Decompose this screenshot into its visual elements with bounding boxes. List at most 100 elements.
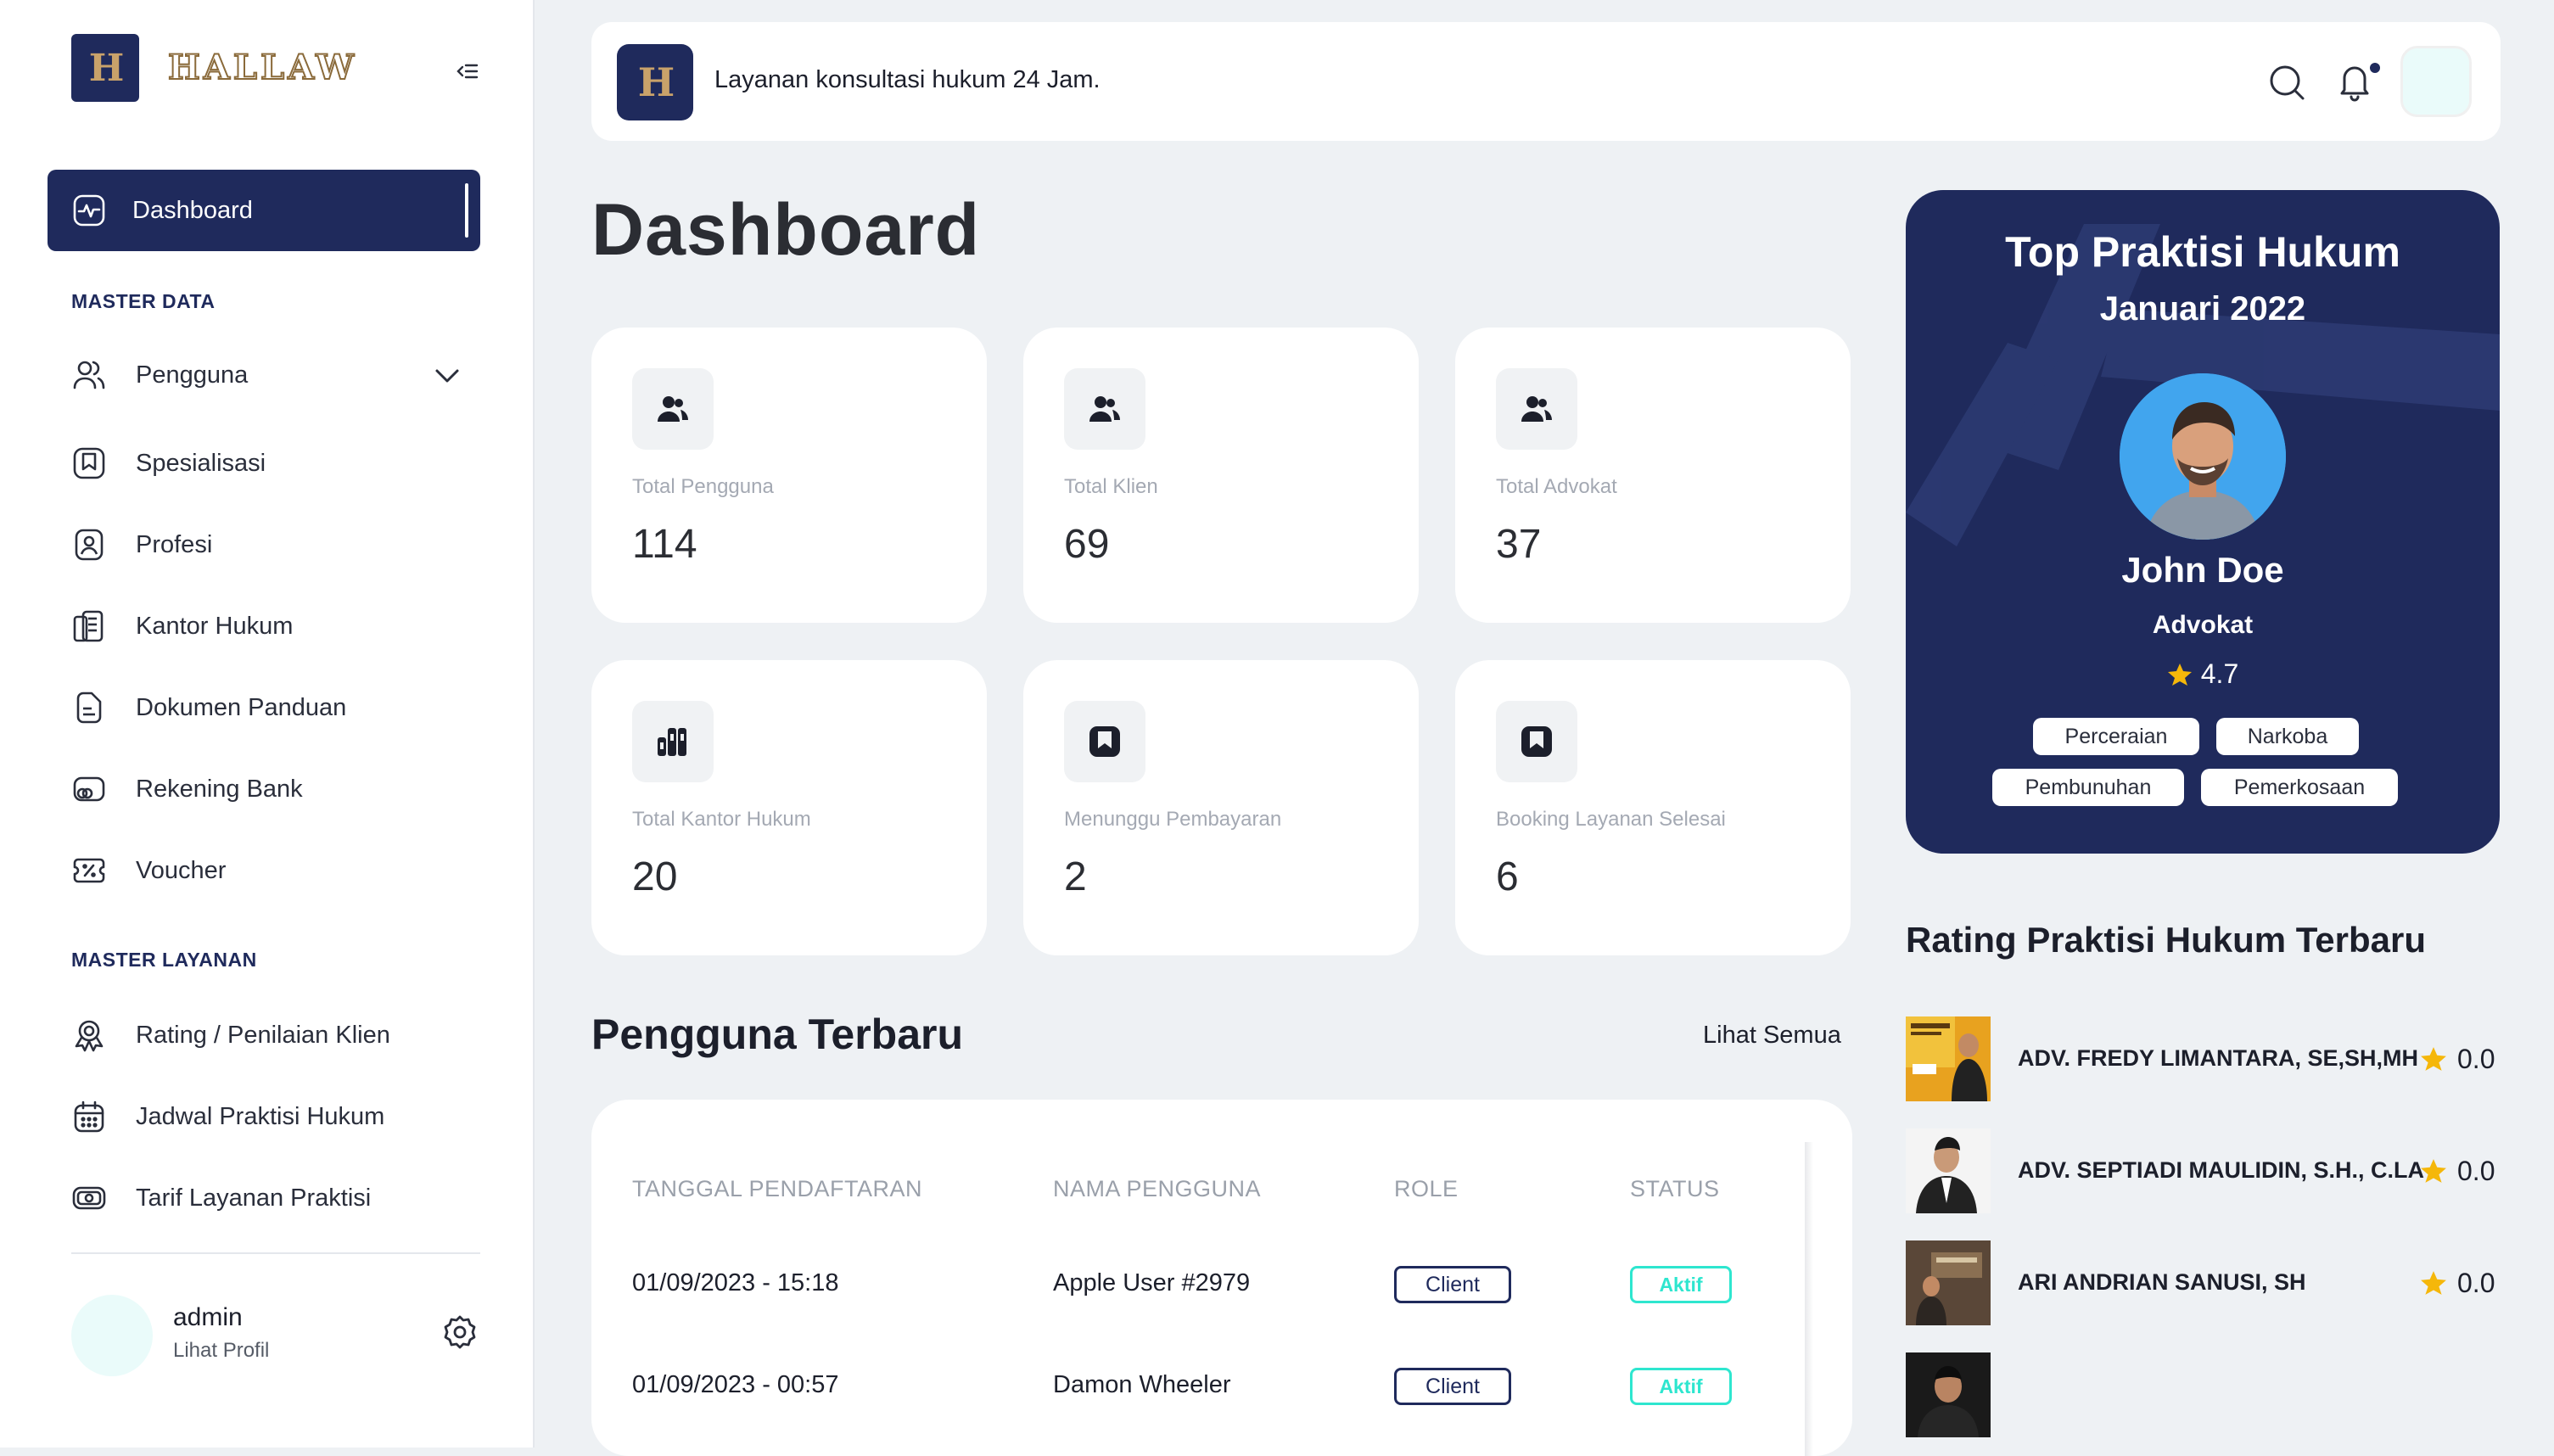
- search-icon[interactable]: [2267, 63, 2306, 102]
- bookmark-icon: [1064, 701, 1145, 782]
- sidebar-item-label: Rekening Bank: [136, 775, 303, 803]
- see-all-link[interactable]: Lihat Semua: [1703, 1022, 1841, 1050]
- section-master-data: MASTER DATA: [71, 290, 216, 312]
- sidebar-item-label: Kantor Hukum: [136, 612, 294, 640]
- stat-value: 69: [1064, 522, 1110, 567]
- document-icon: [76, 692, 102, 724]
- sidebar-item-label: Pengguna: [136, 361, 249, 389]
- stat-value: 6: [1496, 854, 1519, 899]
- gear-icon[interactable]: [441, 1313, 479, 1351]
- tagline: Layanan konsultasi hukum 24 Jam.: [714, 66, 1101, 93]
- column-header-role: ROLE: [1394, 1176, 1459, 1201]
- stat-value: 114: [632, 522, 697, 567]
- stat-card-menunggu-pembayaran[interactable]: Menunggu Pembayaran 2: [1023, 660, 1419, 955]
- stat-label: Menunggu Pembayaran: [1064, 808, 1282, 831]
- stat-value: 2: [1064, 854, 1087, 899]
- column-header-name: NAMA PENGGUNA: [1053, 1176, 1262, 1201]
- profile-card-icon: [75, 529, 104, 561]
- column-header-status: STATUS: [1630, 1176, 1720, 1201]
- sidebar-item-kantor-hukum[interactable]: Kantor Hukum: [71, 601, 462, 652]
- stat-value: 20: [632, 854, 678, 899]
- voucher-icon: [73, 858, 105, 883]
- recent-users-title: Pengguna Terbaru: [591, 1011, 964, 1058]
- cell-date: 01/09/2023 - 00:57: [632, 1371, 839, 1398]
- collapse-sidebar-icon[interactable]: [454, 58, 481, 85]
- bookmark-icon: [73, 447, 105, 479]
- stat-card-total-kantor-hukum[interactable]: Total Kantor Hukum 20: [591, 660, 987, 955]
- column-header-date: TANGGAL PENDAFTARAN: [632, 1176, 923, 1201]
- stat-label: Booking Layanan Selesai: [1496, 808, 1726, 831]
- sidebar-item-pengguna[interactable]: Pengguna: [71, 350, 462, 400]
- stat-label: Total Pengguna: [632, 475, 774, 498]
- sidebar-item-dokumen-panduan[interactable]: Dokumen Panduan: [71, 682, 462, 733]
- stat-card-total-klien[interactable]: Total Klien 69: [1023, 328, 1419, 623]
- sidebar-item-spesialisasi[interactable]: Spesialisasi: [71, 438, 462, 489]
- role-badge: Client: [1394, 1368, 1511, 1405]
- star-icon: [2167, 663, 2192, 686]
- sidebar-item-tarif[interactable]: Tarif Layanan Praktisi: [71, 1173, 462, 1224]
- users-icon: [1496, 368, 1577, 450]
- cell-name: Apple User #2979: [1053, 1269, 1251, 1296]
- stat-label: Total Kantor Hukum: [632, 808, 811, 831]
- specialty-tag: Narkoba: [2216, 718, 2359, 755]
- specialty-tag: Pembunuhan: [1992, 769, 2184, 806]
- sidebar-item-profesi[interactable]: Profesi: [71, 519, 462, 570]
- rating-list-title: Rating Praktisi Hukum Terbaru: [1906, 920, 2427, 960]
- lawyer-name: ADV. FREDY LIMANTARA, SE,SH,MH: [2018, 1045, 2419, 1071]
- avatar[interactable]: [71, 1295, 153, 1376]
- sidebar-item-voucher[interactable]: Voucher: [71, 845, 462, 896]
- topbar-logo[interactable]: H: [617, 44, 693, 120]
- bell-icon[interactable]: [2336, 61, 2373, 102]
- top-praktisi-title: Top Praktisi Hukum: [2005, 228, 2400, 276]
- building-icon: [73, 610, 104, 642]
- top-praktisi-rating: 4.7: [1906, 658, 2500, 690]
- stat-card-booking-selesai[interactable]: Booking Layanan Selesai 6: [1455, 660, 1851, 955]
- notification-dot: [2370, 63, 2380, 73]
- avatar[interactable]: [2120, 373, 2286, 540]
- sidebar-item-dashboard[interactable]: Dashboard: [48, 170, 480, 251]
- page-title: Dashboard: [591, 189, 981, 271]
- brand-logo[interactable]: H: [71, 34, 139, 102]
- star-icon: [2421, 1159, 2446, 1183]
- star-icon: [2421, 1271, 2446, 1295]
- sidebar-item-rekening-bank[interactable]: Rekening Bank: [71, 764, 462, 815]
- view-profile-link[interactable]: Lihat Profil: [173, 1339, 269, 1363]
- sidebar-item-label: Profesi: [136, 530, 213, 558]
- activity-icon: [73, 194, 105, 227]
- stat-label: Total Klien: [1064, 475, 1158, 498]
- status-badge: Aktif: [1630, 1368, 1732, 1405]
- stat-value: 37: [1496, 522, 1542, 567]
- admin-name: admin: [173, 1303, 243, 1331]
- rating-value: 4.7: [2200, 658, 2239, 689]
- specialty-tag: Pemerkosaan: [2201, 769, 2398, 806]
- sidebar-divider: [71, 1252, 480, 1254]
- star-icon: [2421, 1047, 2446, 1071]
- chevron-down-icon[interactable]: [433, 361, 462, 390]
- lawyer-thumbnail: [1906, 1016, 1991, 1101]
- brand-wordmark: HALLAW: [167, 47, 358, 88]
- sidebar-item-rating[interactable]: Rating / Penilaian Klien: [71, 1010, 462, 1061]
- rating-score: 0.0: [2457, 1044, 2495, 1074]
- users-icon: [1064, 368, 1145, 450]
- sidebar-item-label: Dashboard: [132, 196, 253, 224]
- lawyer-thumbnail: [1906, 1240, 1991, 1325]
- sidebar: H HALLAW Dashboard MASTER DATA Pengguna …: [0, 0, 535, 1448]
- lawyer-name: ARI ANDRIAN SANUSI, SH: [2018, 1269, 2306, 1295]
- stat-card-total-advokat[interactable]: Total Advokat 37: [1455, 328, 1851, 623]
- role-badge: Client: [1394, 1266, 1511, 1303]
- sidebar-item-jadwal[interactable]: Jadwal Praktisi Hukum: [71, 1091, 462, 1142]
- recent-users-table: TANGGAL PENDAFTARAN NAMA PENGGUNA ROLE S…: [591, 1100, 1852, 1456]
- scroll-shadow: [1805, 1142, 1813, 1456]
- sidebar-item-label: Rating / Penilaian Klien: [136, 1021, 390, 1049]
- section-master-layanan: MASTER LAYANAN: [71, 949, 257, 971]
- bank-card-icon: [73, 776, 105, 802]
- user-avatar[interactable]: [2400, 46, 2472, 117]
- users-icon: [632, 368, 714, 450]
- award-icon: [75, 1020, 104, 1052]
- stat-card-total-pengguna[interactable]: Total Pengguna 114: [591, 328, 987, 623]
- stat-label: Total Advokat: [1496, 475, 1617, 498]
- top-bar: H Layanan konsultasi hukum 24 Jam.: [591, 22, 2501, 141]
- sidebar-item-label: Tarif Layanan Praktisi: [136, 1184, 372, 1212]
- rating-score: 0.0: [2457, 1268, 2495, 1298]
- top-praktisi-card: Top Praktisi Hukum Januari 2022 John Doe…: [1906, 190, 2500, 854]
